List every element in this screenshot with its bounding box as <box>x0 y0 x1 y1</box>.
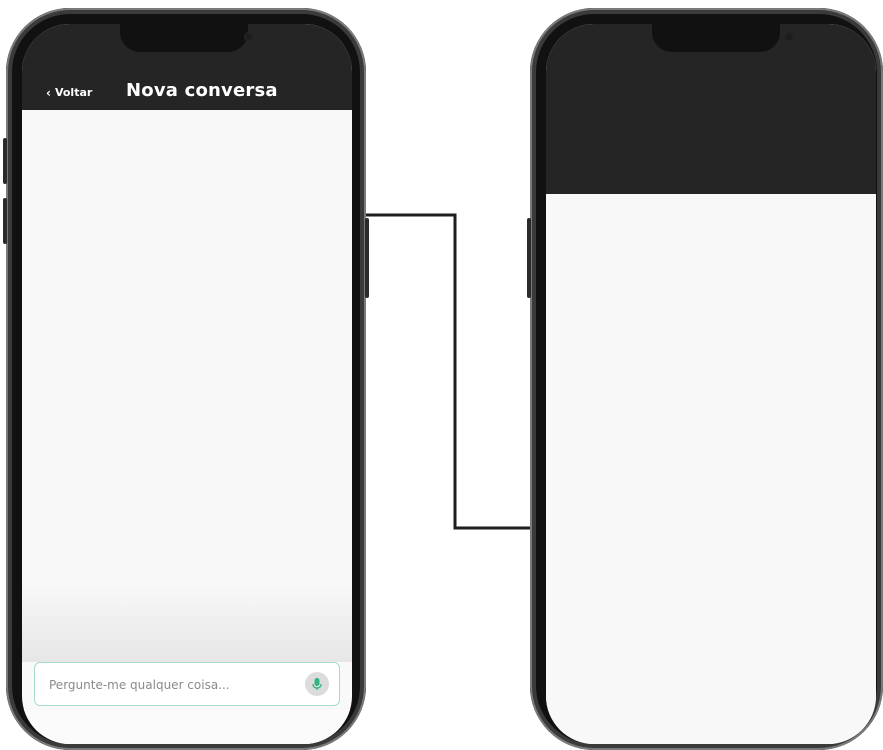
connector-line <box>366 213 532 530</box>
power-button <box>365 218 369 298</box>
microphone-icon <box>312 678 322 690</box>
back-label: Voltar <box>54 86 93 99</box>
camera-icon <box>784 32 794 42</box>
message-input-bar <box>34 662 340 707</box>
notch <box>120 24 254 52</box>
stage: ‹ Voltar Nova conversa <box>0 0 883 750</box>
notch <box>652 24 794 52</box>
side-button <box>3 138 7 184</box>
back-button[interactable]: ‹ Voltar <box>46 86 92 99</box>
left-screen: ‹ Voltar Nova conversa <box>22 24 352 744</box>
message-input[interactable] <box>47 663 301 707</box>
camera-icon <box>244 32 254 42</box>
bottom-safe-area <box>22 710 352 744</box>
phone-right <box>527 8 883 750</box>
content-area <box>546 194 876 744</box>
side-button <box>527 218 531 298</box>
mic-button[interactable] <box>305 672 329 696</box>
chat-area <box>22 110 352 662</box>
page-title: Nova conversa <box>126 80 278 101</box>
side-button <box>3 198 7 244</box>
chevron-left-icon: ‹ <box>46 85 51 100</box>
right-screen <box>546 24 876 744</box>
phone-left: ‹ Voltar Nova conversa <box>3 8 369 750</box>
